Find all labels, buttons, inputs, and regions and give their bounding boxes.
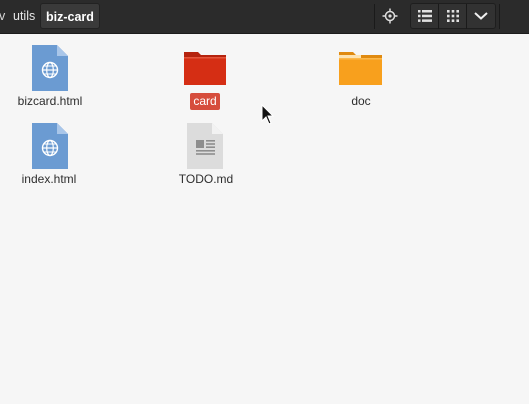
file-name: doc <box>351 94 371 108</box>
list-view-icon <box>418 10 432 22</box>
grid-view-icon <box>447 10 459 22</box>
crosshair-icon <box>382 8 397 24</box>
folder-icon <box>306 44 416 94</box>
folder-item-card[interactable]: card <box>150 44 260 114</box>
html-file-icon <box>0 44 105 94</box>
view-options-button[interactable] <box>467 3 495 29</box>
header-bar: v utils biz-card <box>0 0 529 34</box>
file-item-index-html[interactable]: index.html <box>0 122 104 192</box>
mouse-pointer-icon <box>261 103 275 126</box>
folder-icon <box>150 44 260 94</box>
locate-button[interactable] <box>375 3 404 29</box>
breadcrumb-parent[interactable]: v <box>0 3 8 29</box>
header-separator <box>499 4 500 29</box>
breadcrumb-current[interactable]: biz-card <box>40 3 100 29</box>
file-name: TODO.md <box>178 172 234 186</box>
file-name: index.html <box>21 172 77 186</box>
html-file-icon <box>0 122 104 172</box>
grid-view-button[interactable] <box>439 3 467 29</box>
file-item-todo-md[interactable]: TODO.md <box>151 122 261 192</box>
file-manager-window: v utils biz-card bizcard.html card doc i… <box>0 0 529 404</box>
chevron-down-icon <box>474 12 488 20</box>
file-name: card <box>150 93 260 110</box>
file-item-bizcard-html[interactable]: bizcard.html <box>0 44 105 114</box>
breadcrumb-utils[interactable]: utils <box>8 3 40 29</box>
file-name: bizcard.html <box>17 94 83 108</box>
folder-item-doc[interactable]: doc <box>306 44 416 114</box>
list-view-button[interactable] <box>411 3 439 29</box>
text-file-icon <box>151 122 261 172</box>
